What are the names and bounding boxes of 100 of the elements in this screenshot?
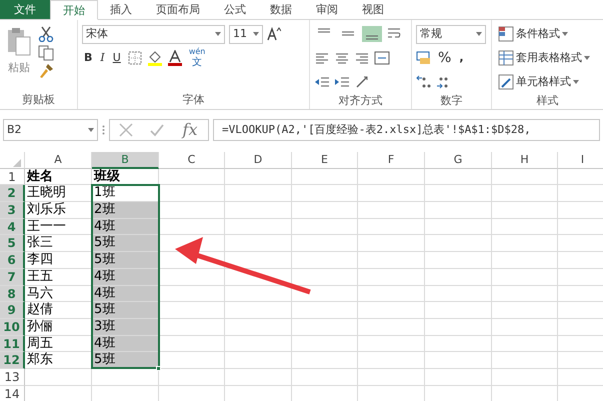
- empty-cell: [292, 336, 358, 352]
- font-color-icon[interactable]: [166, 50, 183, 66]
- table-cell: 4班: [92, 336, 159, 352]
- phonetic-button[interactable]: wén 文: [186, 48, 208, 68]
- styles-menu-button[interactable]: 单元格样式: [496, 71, 599, 93]
- dropdown-arrow-icon[interactable]: [584, 56, 590, 60]
- font-size-field[interactable]: 11: [229, 24, 263, 44]
- empty-cell: [358, 268, 425, 286]
- number-format-field[interactable]: 常规: [416, 24, 486, 44]
- column-header[interactable]: H: [492, 152, 558, 169]
- empty-cell: [225, 268, 292, 286]
- empty-cell: [425, 318, 492, 336]
- merge-cells-icon[interactable]: [374, 50, 390, 66]
- styles-menu-button[interactable]: 条件格式: [496, 23, 599, 45]
- empty-cell: [358, 252, 425, 269]
- group-label: 剪贴板: [21, 92, 56, 108]
- empty-cell: [492, 202, 558, 219]
- empty-cell: [425, 336, 492, 352]
- row-header[interactable]: 3: [0, 202, 25, 219]
- borders-icon[interactable]: [126, 50, 143, 66]
- file-tab[interactable]: 文件: [0, 0, 50, 19]
- column-header[interactable]: I: [558, 152, 603, 169]
- column-header[interactable]: B: [92, 152, 159, 169]
- column-header[interactable]: A: [25, 152, 92, 169]
- row-header[interactable]: 10: [0, 318, 25, 336]
- comma-button[interactable]: ,: [457, 49, 466, 67]
- orientation-icon[interactable]: [354, 74, 370, 90]
- row-header[interactable]: 2: [0, 185, 25, 202]
- empty-cell: [425, 218, 492, 236]
- increase-decimal-icon[interactable]: [416, 74, 432, 90]
- bold-button[interactable]: B: [82, 49, 94, 67]
- table-cell: 张三: [25, 235, 92, 252]
- copy-icon[interactable]: [38, 44, 54, 60]
- table-cell: 5班: [92, 252, 159, 269]
- empty-cell: [225, 252, 292, 269]
- empty-cell: [492, 368, 558, 386]
- paste-button[interactable]: 粘贴: [4, 23, 34, 92]
- insert-function-button[interactable]: fx: [180, 121, 200, 139]
- empty-cell: [358, 302, 425, 319]
- percent-button[interactable]: %: [436, 49, 454, 67]
- column-header[interactable]: E: [292, 152, 358, 169]
- table-cell: 赵倩: [25, 302, 92, 319]
- row-header[interactable]: 5: [0, 235, 25, 252]
- name-box[interactable]: B2: [3, 119, 98, 141]
- dropdown-arrow-icon[interactable]: [476, 32, 482, 36]
- dropdown-arrow-icon[interactable]: [88, 128, 94, 132]
- format-painter-icon[interactable]: [38, 63, 54, 80]
- empty-cell: [358, 168, 425, 186]
- table-format-icon[interactable]: [498, 50, 514, 66]
- table-cell: 4班: [92, 268, 159, 286]
- empty-cell: [425, 185, 492, 202]
- row-header[interactable]: 9: [0, 302, 25, 319]
- cell-style-icon[interactable]: [498, 74, 514, 90]
- empty-cell: [358, 235, 425, 252]
- clipboard-icon[interactable]: [6, 27, 32, 57]
- styles-menu-button[interactable]: 套用表格格式: [496, 47, 599, 69]
- row-header[interactable]: 13: [0, 368, 25, 386]
- empty-cell: [292, 368, 358, 386]
- row-header[interactable]: 7: [0, 268, 25, 286]
- empty-cell: [292, 286, 358, 302]
- grow-font-icon[interactable]: [267, 27, 281, 41]
- dropdown-arrow-icon[interactable]: [562, 32, 568, 36]
- underline-button[interactable]: U: [110, 49, 123, 67]
- column-header[interactable]: F: [358, 152, 425, 169]
- ribbon-tab[interactable]: 开始: [50, 0, 98, 20]
- currency-icon[interactable]: [416, 50, 432, 66]
- fill-color-icon[interactable]: [146, 50, 163, 66]
- empty-cell: [225, 185, 292, 202]
- empty-cell: [292, 218, 358, 236]
- empty-cell: [425, 252, 492, 269]
- row-header[interactable]: 8: [0, 286, 25, 302]
- empty-cell: [425, 352, 492, 369]
- table-cell: 王晓明: [25, 185, 92, 202]
- row-header[interactable]: 14: [0, 386, 25, 401]
- empty-cell: [358, 286, 425, 302]
- empty-cell: [492, 252, 558, 269]
- check-icon[interactable]: [150, 123, 164, 137]
- formula-field[interactable]: =VLOOKUP(A2,'[百度经验-表2.xlsx]总表'!$A$1:$D$28,: [213, 119, 600, 141]
- conditional-format-icon[interactable]: [498, 26, 514, 42]
- row-header[interactable]: 11: [0, 336, 25, 352]
- dropdown-arrow-icon[interactable]: [253, 32, 259, 36]
- empty-cell: [425, 202, 492, 219]
- italic-button[interactable]: I: [98, 49, 107, 67]
- empty-cell: [425, 302, 492, 319]
- column-header[interactable]: G: [425, 152, 492, 169]
- fill-handle[interactable]: [156, 366, 161, 372]
- scissors-icon[interactable]: [38, 26, 54, 42]
- dropdown-arrow-icon[interactable]: [215, 32, 221, 36]
- column-header[interactable]: C: [159, 152, 225, 169]
- font-name-field[interactable]: 宋体: [82, 24, 225, 44]
- row-header[interactable]: 6: [0, 252, 25, 269]
- table-cell: 班级: [92, 168, 159, 186]
- row-header[interactable]: 4: [0, 218, 25, 236]
- row-header[interactable]: 12: [0, 352, 25, 369]
- empty-cell: [425, 235, 492, 252]
- empty-cell: [225, 218, 292, 236]
- table-cell: 3班: [92, 318, 159, 336]
- column-header[interactable]: D: [225, 152, 292, 169]
- dropdown-arrow-icon[interactable]: [573, 80, 579, 84]
- empty-cell: [225, 302, 292, 319]
